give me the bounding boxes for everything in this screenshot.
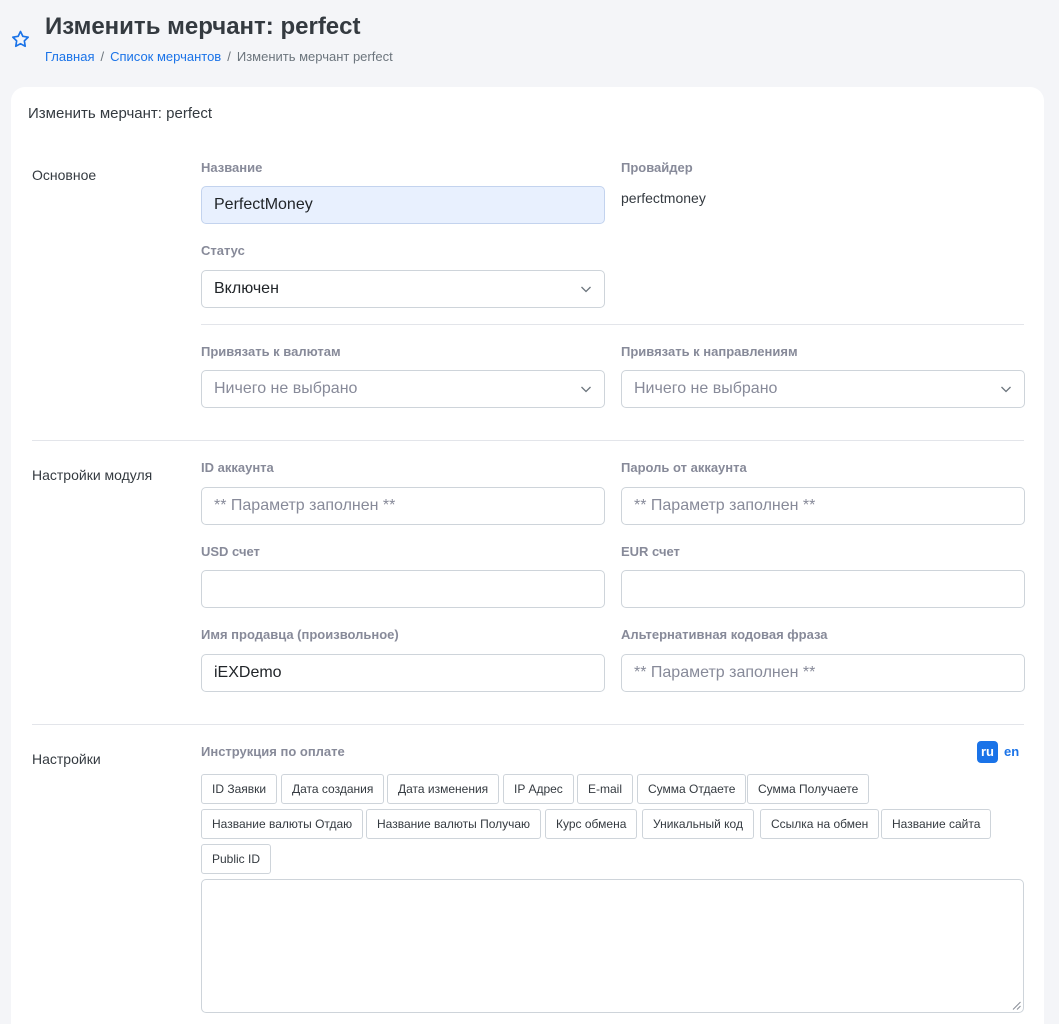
instruction-textarea[interactable] [201,879,1024,1013]
template-tag[interactable]: Ссылка на обмен [760,809,880,839]
instruction-label: Инструкция по оплате [201,744,345,759]
template-tag[interactable]: Public ID [201,844,272,874]
template-tag[interactable]: Название валюты Получаю [366,809,542,839]
star-icon[interactable] [10,29,31,50]
card-title: Изменить мерчант: perfect [28,105,212,122]
chevron-down-icon [1001,386,1011,393]
resize-handle-icon[interactable] [1012,1001,1021,1010]
template-tag[interactable]: E-mail [577,774,634,804]
name-label: Название [201,160,263,175]
lang-ru-button[interactable]: ru [977,741,998,763]
page-title: Изменить мерчант: perfect [45,13,361,40]
usd-account-input[interactable] [201,570,605,608]
currencies-select[interactable]: Ничего не выбрано [201,370,605,408]
directions-label: Привязать к направлениям [621,344,798,359]
provider-value: perfectmoney [621,190,706,206]
eur-account-label: EUR счет [621,544,680,559]
template-tag[interactable]: Сумма Получаете [747,774,870,804]
breadcrumb-merchants-link[interactable]: Список мерчантов [110,49,221,64]
status-selected-value: Включен [214,280,279,297]
template-tag[interactable]: Дата изменения [387,774,500,804]
usd-account-label: USD счет [201,544,260,559]
password-label: Пароль от аккаунта [621,460,747,475]
divider [201,324,1024,325]
section-label-basic: Основное [32,167,97,183]
alt-phrase-label: Альтернативная кодовая фраза [621,627,828,642]
seller-name-input[interactable]: iEXDemo [201,654,605,692]
section-divider [32,724,1024,725]
currencies-placeholder: Ничего не выбрано [214,380,358,397]
chevron-down-icon [581,286,591,293]
breadcrumb-separator: / [227,49,231,64]
section-label-settings: Настройки [32,751,101,767]
page-header: Изменить мерчант: perfect Главная / Список… [0,0,1059,80]
breadcrumb-current: Изменить мерчант perfect [236,49,393,64]
directions-placeholder: Ничего не выбрано [634,380,778,397]
currencies-label: Привязать к валютам [201,344,341,359]
template-tag[interactable]: Уникальный код [642,809,754,839]
status-select[interactable]: Включен [201,270,605,308]
account-id-input[interactable]: ** Параметр заполнен ** [201,487,605,525]
eur-account-input[interactable] [621,570,1025,608]
template-tag[interactable]: Название валюты Отдаю [201,809,364,839]
account-id-label: ID аккаунта [201,460,274,475]
template-tag[interactable]: Сумма Отдаете [637,774,747,804]
template-tag[interactable]: IP Адрес [503,774,574,804]
alt-phrase-input[interactable]: ** Параметр заполнен ** [621,654,1025,692]
breadcrumb-home-link[interactable]: Главная [45,49,94,64]
section-label-module: Настройки модуля [32,467,153,483]
template-tag[interactable]: Курс обмена [545,809,638,839]
merchant-edit-card: Изменить мерчант: perfect Основное Назва… [11,87,1044,1024]
template-tag[interactable]: Название сайта [881,809,992,839]
template-tag[interactable]: Дата создания [281,774,385,804]
status-label: Статус [201,243,245,258]
provider-label: Провайдер [621,160,693,175]
lang-en-button[interactable]: en [1004,741,1019,763]
seller-name-label: Имя продавца (произвольное) [201,627,399,642]
chevron-down-icon [581,386,591,393]
breadcrumb-separator: / [100,49,105,64]
password-input[interactable]: ** Параметр заполнен ** [621,487,1025,525]
breadcrumb: Главная / Список мерчантов / Изменить мерчан… [45,49,393,64]
template-tag[interactable]: ID Заявки [201,774,278,804]
section-divider [32,440,1024,441]
name-input[interactable]: PerfectMoney [201,186,605,224]
directions-select[interactable]: Ничего не выбрано [621,370,1025,408]
